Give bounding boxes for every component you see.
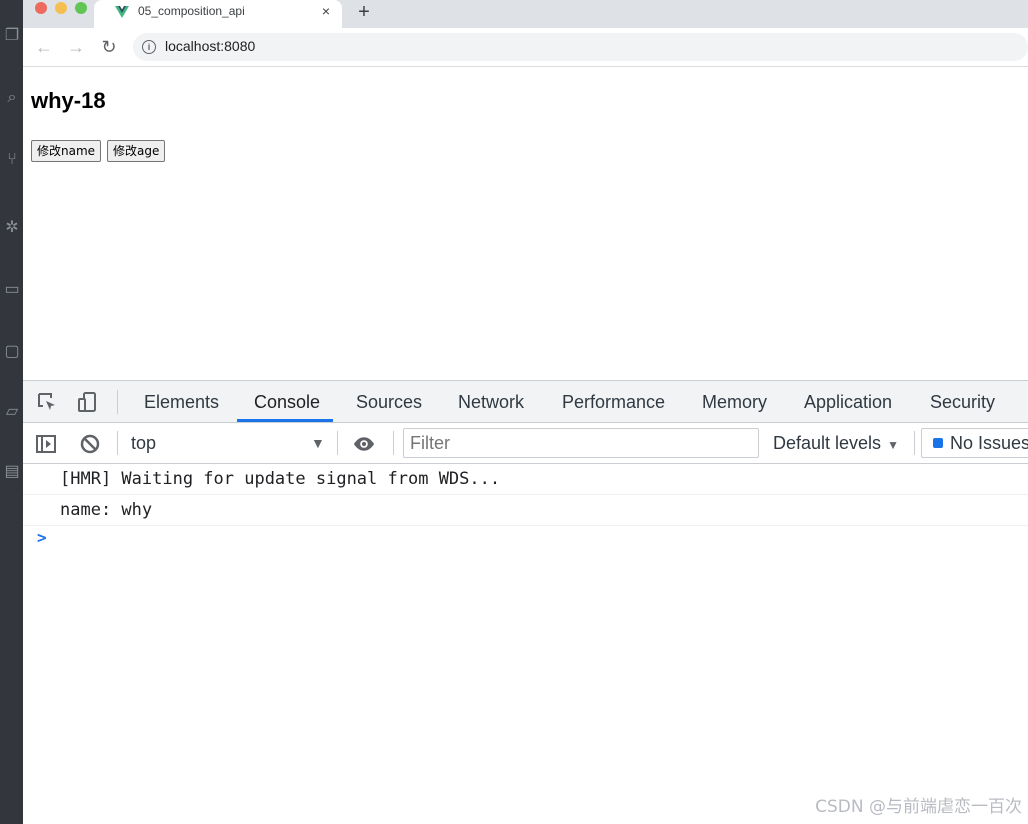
tab-memory[interactable]: Memory xyxy=(702,392,767,413)
log-levels-label: Default levels xyxy=(773,433,882,453)
filter-input[interactable] xyxy=(403,428,759,458)
issues-button[interactable]: No Issues xyxy=(921,428,1028,458)
url-text: localhost:8080 xyxy=(165,38,256,54)
chevron-down-icon: ▼ xyxy=(887,438,899,452)
close-tab-icon[interactable]: × xyxy=(318,3,334,19)
debug-icon[interactable]: ✲ xyxy=(4,220,20,236)
console-messages: [HMR] Waiting for update signal from WDS… xyxy=(23,464,1028,526)
search-icon[interactable]: ⌕ xyxy=(4,90,20,106)
tab-strip: 05_composition_api × + xyxy=(23,0,1028,28)
devtools-tabbar: Elements Console Sources Network Perform… xyxy=(23,381,1028,423)
change-age-button[interactable]: 修改age xyxy=(107,140,166,162)
source-control-icon[interactable]: ⑂ xyxy=(4,152,20,168)
reload-button[interactable]: ↻ xyxy=(98,36,120,58)
extensions-icon[interactable]: ▭ xyxy=(4,282,20,298)
chevron-down-icon[interactable]: ▼ xyxy=(311,435,325,451)
tab-title: 05_composition_api xyxy=(138,4,245,18)
tab-sources[interactable]: Sources xyxy=(356,392,422,413)
activity-bar: ❐ ⌕ ⑂ ✲ ▭ ▢ ▱ ▤ xyxy=(0,0,23,824)
page-heading: why-18 xyxy=(31,88,106,113)
address-bar[interactable]: i localhost:8080 xyxy=(133,33,1028,61)
change-name-button[interactable]: 修改name xyxy=(31,140,102,162)
tab-performance[interactable]: Performance xyxy=(562,392,665,413)
show-sidebar-icon[interactable] xyxy=(35,433,57,455)
console-separator xyxy=(117,431,118,455)
tabbar-separator xyxy=(117,390,118,414)
vue-logo-icon xyxy=(115,6,129,18)
device-toolbar-icon[interactable] xyxy=(77,391,99,413)
devtools-panel: Elements Console Sources Network Perform… xyxy=(23,380,1028,824)
browser-window: 05_composition_api × + ← → ↻ i localhost… xyxy=(23,0,1028,824)
page-content: why-18 修改name 修改age xyxy=(23,67,1028,380)
issues-label: No Issues xyxy=(950,433,1028,453)
browser-tab[interactable]: 05_composition_api × xyxy=(94,0,342,28)
tab-network[interactable]: Network xyxy=(458,392,524,413)
console-toolbar: top ▼ Default levels ▼ No Issues xyxy=(23,423,1028,464)
console-prompt[interactable]: > xyxy=(37,528,47,547)
new-tab-button[interactable]: + xyxy=(353,1,375,23)
log-levels-dropdown[interactable]: Default levels ▼ xyxy=(773,433,899,454)
console-separator xyxy=(337,431,338,455)
console-message: [HMR] Waiting for update signal from WDS… xyxy=(23,464,1028,495)
browser-toolbar: ← → ↻ i localhost:8080 xyxy=(23,28,1028,67)
info-icon[interactable]: i xyxy=(142,40,156,54)
close-window-button[interactable] xyxy=(35,2,47,14)
maximize-window-button[interactable] xyxy=(75,2,87,14)
eye-icon[interactable] xyxy=(353,433,375,455)
forward-button[interactable]: → xyxy=(65,36,87,58)
tab-security[interactable]: Security xyxy=(930,392,995,413)
inspect-element-icon[interactable] xyxy=(36,391,58,413)
clear-console-icon[interactable] xyxy=(79,433,101,455)
issues-icon xyxy=(933,438,943,448)
comments-icon[interactable]: ▱ xyxy=(4,404,20,420)
tab-elements[interactable]: Elements xyxy=(144,392,219,413)
back-button[interactable]: ← xyxy=(33,36,55,58)
console-separator xyxy=(914,431,915,455)
watermark: CSDN @与前端虐恋一百次 xyxy=(815,797,1022,817)
minimize-window-button[interactable] xyxy=(55,2,67,14)
context-selector[interactable]: top xyxy=(131,433,156,454)
database-icon[interactable]: ▤ xyxy=(4,464,20,480)
tab-application[interactable]: Application xyxy=(804,392,892,413)
console-separator xyxy=(393,431,394,455)
active-tab-indicator xyxy=(237,419,333,422)
tab-console[interactable]: Console xyxy=(254,392,320,413)
console-message: name: why xyxy=(23,495,1028,526)
files-icon[interactable]: ❐ xyxy=(4,28,20,44)
remote-icon[interactable]: ▢ xyxy=(4,344,20,360)
